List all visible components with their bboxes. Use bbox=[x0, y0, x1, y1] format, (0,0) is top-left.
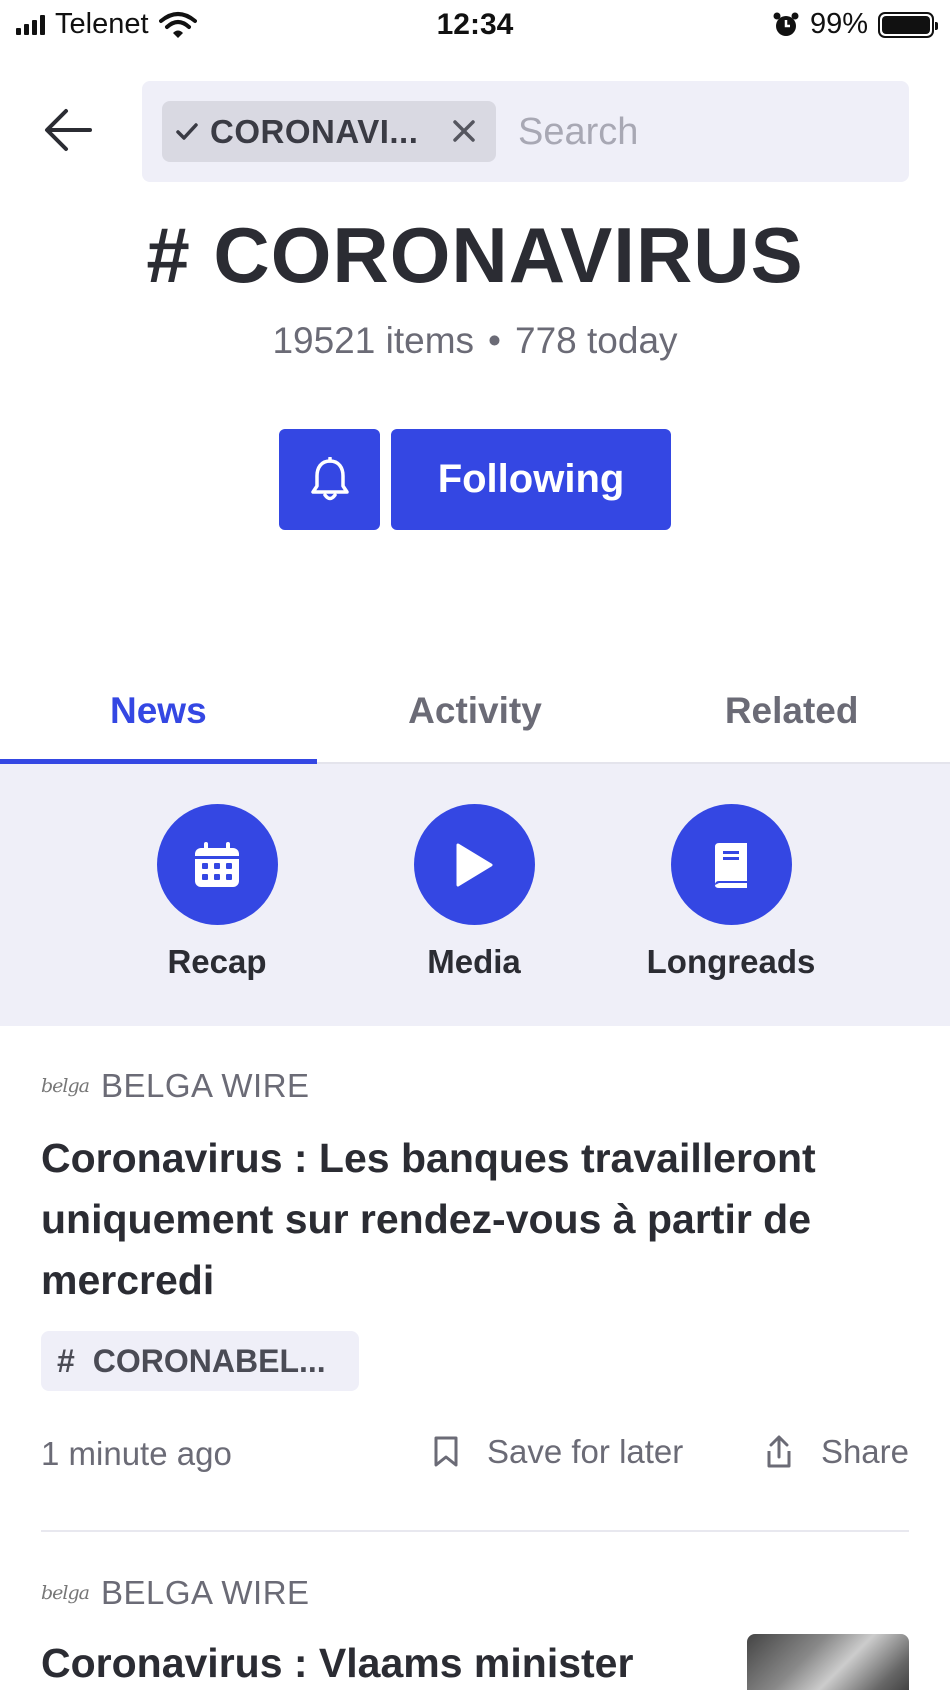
search-bar: CORONAVI... bbox=[142, 81, 909, 182]
search-input[interactable] bbox=[518, 103, 878, 161]
following-button[interactable]: Following bbox=[391, 429, 671, 530]
longreads-link[interactable]: Longreads bbox=[621, 804, 841, 981]
notifications-button[interactable] bbox=[279, 429, 380, 530]
article-time: 1 minute ago bbox=[41, 1435, 232, 1472]
belga-logo: belga bbox=[41, 1582, 90, 1604]
topic-stats: 19521 items • 778 today bbox=[0, 320, 950, 362]
bookmark-icon bbox=[434, 1436, 458, 1467]
alarm-icon bbox=[773, 12, 799, 36]
save-for-later-button[interactable]: Save for later bbox=[433, 1433, 683, 1471]
status-bar: Telenet 12:34 99% bbox=[0, 0, 950, 52]
recap-button[interactable] bbox=[156, 804, 278, 925]
article-meta: 1 minute ago Save for later Share bbox=[41, 1427, 909, 1477]
source-name: BELGA WIRE bbox=[101, 1574, 310, 1611]
bell-icon bbox=[310, 456, 349, 500]
recap-link[interactable]: Recap bbox=[107, 804, 327, 981]
arrow-left-icon bbox=[45, 109, 92, 151]
article-source: belga BELGA WIRE bbox=[41, 1573, 909, 1613]
media-link[interactable]: Media bbox=[364, 804, 584, 981]
save-label: Save for later bbox=[487, 1433, 684, 1470]
article-tag[interactable]: # CORONABEL... bbox=[41, 1331, 359, 1391]
article-divider bbox=[41, 1530, 909, 1532]
belga-logo: belga bbox=[41, 1075, 90, 1097]
media-button[interactable] bbox=[413, 804, 535, 925]
media-label: Media bbox=[427, 943, 521, 980]
status-right: 99% bbox=[772, 8, 938, 41]
tag-label: CORONABEL... bbox=[92, 1342, 326, 1379]
article-headline[interactable]: Coronavirus : Les banques travailleront … bbox=[41, 1128, 909, 1311]
longreads-label: Longreads bbox=[646, 943, 816, 980]
topic-filter-chip[interactable]: CORONAVI... bbox=[162, 101, 496, 162]
check-icon bbox=[176, 122, 198, 140]
recap-label: Recap bbox=[167, 943, 267, 980]
article-card[interactable]: belga BELGA WIRE Coronavirus : Les banqu… bbox=[41, 1066, 909, 1477]
tab-activity[interactable]: Activity bbox=[317, 660, 634, 762]
today-count: 778 today bbox=[515, 320, 678, 361]
stats-separator: • bbox=[488, 320, 501, 361]
calendar-icon bbox=[195, 841, 239, 887]
article-thumbnail[interactable] bbox=[747, 1634, 909, 1690]
hashtag-icon: # bbox=[57, 1342, 75, 1379]
back-button[interactable] bbox=[38, 100, 98, 160]
tab-related[interactable]: Related bbox=[633, 660, 950, 762]
battery-percent: 99% bbox=[809, 8, 868, 40]
chip-remove-button[interactable] bbox=[450, 117, 478, 145]
tab-news[interactable]: News bbox=[0, 660, 317, 764]
share-icon bbox=[767, 1435, 791, 1468]
close-icon bbox=[453, 120, 475, 142]
article-source: belga BELGA WIRE bbox=[41, 1066, 909, 1106]
share-label: Share bbox=[820, 1433, 909, 1470]
tab-bar: News Activity Related bbox=[0, 660, 950, 764]
item-count: 19521 items bbox=[272, 320, 475, 361]
longreads-button[interactable] bbox=[670, 804, 792, 925]
source-name: BELGA WIRE bbox=[101, 1067, 310, 1104]
chip-label: CORONAVI... bbox=[210, 112, 419, 150]
book-icon bbox=[715, 842, 747, 888]
topic-title: # CORONAVIRUS bbox=[146, 211, 804, 299]
share-button[interactable]: Share bbox=[765, 1433, 909, 1471]
play-icon bbox=[456, 843, 493, 886]
battery-icon bbox=[878, 11, 938, 38]
quick-links-panel: Recap Media Longreads bbox=[0, 764, 950, 1026]
article-headline[interactable]: Coronavirus : Vlaams minister bbox=[41, 1633, 681, 1690]
